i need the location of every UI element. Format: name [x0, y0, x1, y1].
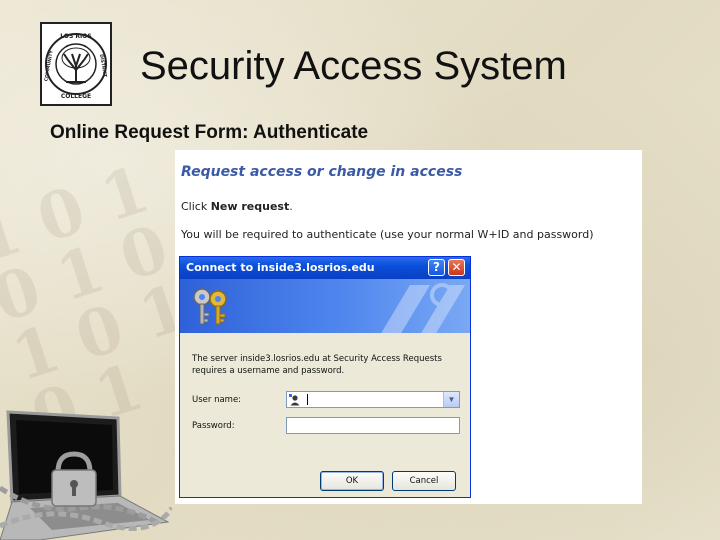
password-label: Password: [192, 421, 235, 431]
dialog-message-line1: The server inside3.losrios.edu at Securi… [192, 354, 442, 364]
help-button[interactable]: ? [428, 259, 445, 276]
dialog-titlebar[interactable]: Connect to inside3.losrios.edu ? ✕ [180, 257, 470, 279]
text-cursor [307, 394, 308, 405]
logo-top-text: LOS RIOS [60, 33, 91, 40]
dialog-message: The server inside3.losrios.edu at Securi… [192, 353, 442, 377]
slide-subtitle: Online Request Form: Authenticate [50, 122, 369, 143]
ok-button[interactable]: OK [320, 471, 384, 491]
instruction-line: Click New request. [181, 200, 293, 213]
screenshot-panel: Request access or change in access Click… [175, 150, 642, 504]
dialog-title: Connect to inside3.losrios.edu [186, 261, 375, 274]
panel-heading: Request access or change in access [181, 164, 463, 180]
cancel-button[interactable]: Cancel [392, 471, 456, 491]
college-seal-icon: LOS RIOS COLLEGE COMMUNITY DISTRICT [40, 22, 112, 106]
connect-dialog: Connect to inside3.losrios.edu ? ✕ The s… [179, 256, 471, 498]
password-field[interactable] [286, 417, 460, 434]
logo-bottom-text: COLLEGE [61, 93, 91, 100]
chevron-down-icon[interactable]: ▼ [443, 392, 459, 407]
banner-decoration [381, 283, 465, 333]
username-label: User name: [192, 395, 242, 405]
close-button[interactable]: ✕ [448, 259, 465, 276]
instruction-suffix: . [289, 200, 293, 213]
new-request-link[interactable]: New request [211, 200, 290, 213]
instruction-prefix: Click [181, 200, 208, 213]
locked-laptop-icon [0, 410, 172, 540]
keys-icon [193, 288, 227, 325]
auth-note: You will be required to authenticate (us… [181, 228, 594, 241]
username-combobox[interactable]: ▼ [286, 391, 460, 408]
dialog-banner [180, 279, 470, 333]
slide-title: Security Access System [140, 44, 567, 88]
user-icon [289, 394, 300, 406]
dialog-message-line2: requires a username and password. [192, 366, 345, 376]
